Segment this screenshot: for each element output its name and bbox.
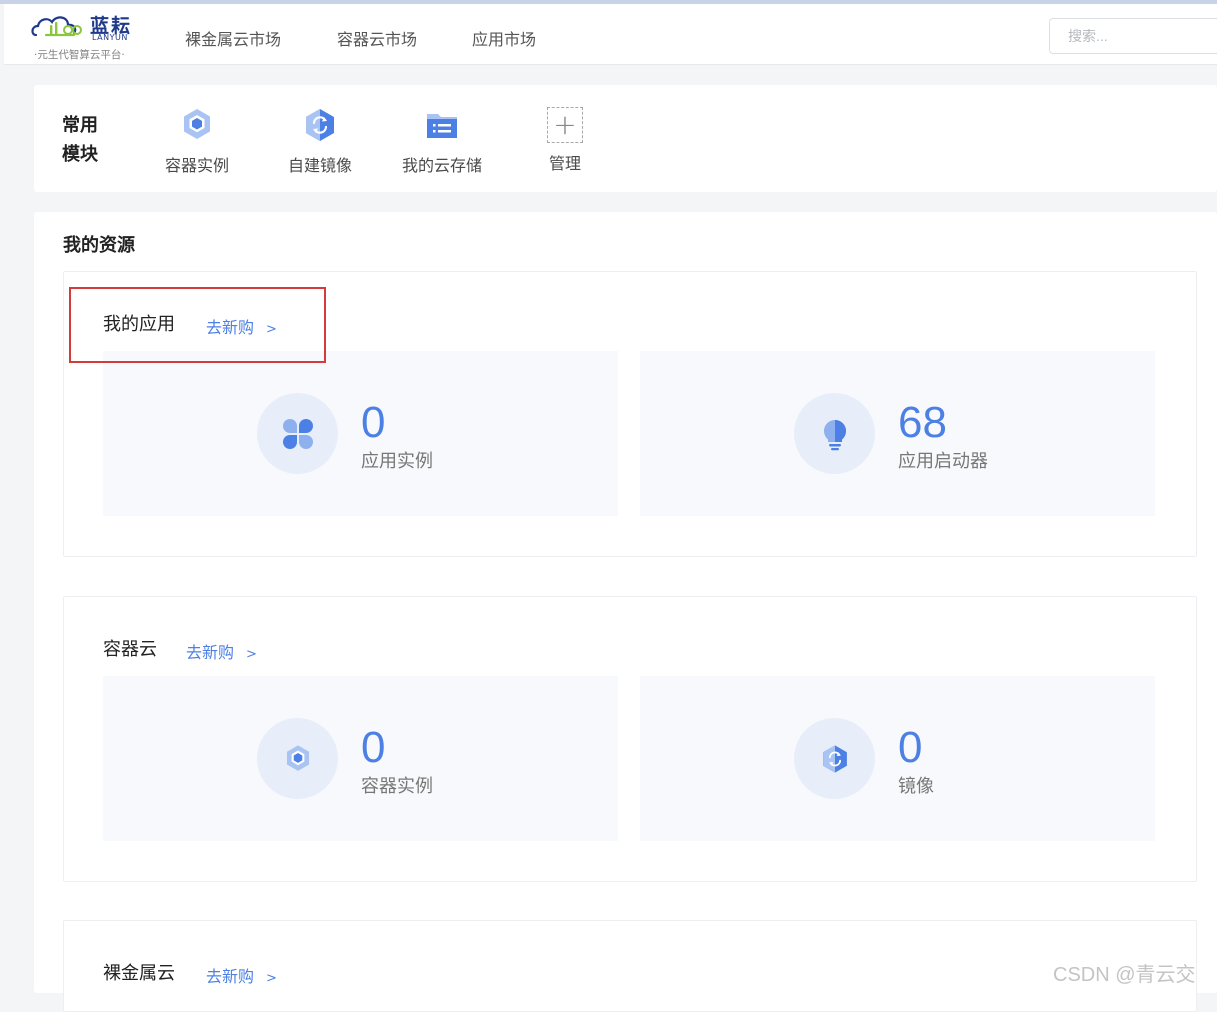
- my-resources-card: 我的资源 我的应用 去新购 > 0 应用实例 68 应用启动器 容器云 去新购 …: [34, 212, 1217, 1012]
- stat-label: 镜像: [898, 776, 934, 797]
- stat-tile-app-instances[interactable]: 0 应用实例: [103, 351, 618, 516]
- group-title: 容器云: [103, 639, 157, 660]
- resource-group-my-apps: 我的应用 去新购 > 0 应用实例 68 应用启动器: [63, 271, 1197, 557]
- group-title: 我的应用: [103, 314, 175, 335]
- chevron-right-icon: >: [246, 647, 257, 662]
- nav-item-app-market[interactable]: 应用市场: [472, 26, 536, 50]
- my-resources-title: 我的资源: [63, 235, 135, 256]
- brand-tagline: ·元生代智算云平台·: [34, 49, 125, 61]
- brand-logo[interactable]: 蓝耘 LANYUN ·元生代智算云平台·: [30, 9, 140, 61]
- stat-label: 容器实例: [361, 776, 433, 797]
- brand-name-en: LANYUN: [92, 33, 128, 42]
- watermark-text: CSDN @青云交: [1053, 964, 1196, 986]
- cloud-logo-icon: [31, 16, 82, 37]
- chevron-right-icon: >: [266, 971, 277, 986]
- lightbulb-icon: [823, 419, 846, 450]
- nav-item-container-market[interactable]: 容器云市场: [337, 26, 417, 50]
- chevron-right-icon: >: [266, 322, 277, 337]
- stat-icon-circle: [794, 393, 875, 474]
- stat-icon-circle: [257, 393, 338, 474]
- quick-item-manage[interactable]: + 管理: [515, 105, 615, 175]
- stat-tile-app-launchers[interactable]: 68 应用启动器: [640, 351, 1155, 516]
- buy-new-link[interactable]: 去新购 >: [206, 963, 277, 987]
- stat-icon-circle: [257, 718, 338, 799]
- stat-label: 应用实例: [361, 451, 433, 472]
- quick-item-cloud-storage[interactable]: 我的云存储: [392, 105, 492, 175]
- resource-group-bare-metal: 裸金属云 去新购 >: [63, 920, 1197, 1012]
- buy-new-link[interactable]: 去新购 >: [186, 639, 257, 663]
- stat-value: 0: [898, 723, 923, 772]
- image-icon: [822, 744, 847, 773]
- buy-new-link[interactable]: 去新购 >: [206, 314, 277, 338]
- stat-value: 0: [361, 723, 386, 772]
- quick-item-label: 我的云存储: [401, 156, 482, 175]
- group-title: 裸金属云: [103, 963, 175, 984]
- buy-new-link-text: 去新购: [186, 643, 235, 662]
- resource-group-container-cloud: 容器云 去新购 > 0 容器实例 0 镜像: [63, 596, 1197, 882]
- plus-icon: +: [547, 107, 583, 143]
- quick-modules-title-line-1: 常用: [62, 115, 98, 136]
- stat-label: 应用启动器: [898, 451, 988, 472]
- quick-item-custom-image[interactable]: 自建镜像: [270, 105, 370, 175]
- buy-new-link-text: 去新购: [206, 967, 255, 986]
- search-input[interactable]: [1049, 18, 1217, 54]
- quick-item-container-instance[interactable]: 容器实例: [147, 105, 247, 175]
- stat-tile-container-instances[interactable]: 0 容器实例: [103, 676, 618, 841]
- stat-icon-circle: [794, 718, 875, 799]
- stat-tile-images[interactable]: 0 镜像: [640, 676, 1155, 841]
- quick-item-label: 容器实例: [164, 156, 229, 175]
- quick-modules-title-line-2: 模块: [62, 144, 98, 165]
- image-icon: [306, 109, 334, 141]
- container-instance-icon: [286, 744, 309, 771]
- quick-modules-title: 常用 模块: [62, 111, 112, 169]
- nav-item-bare-metal-market[interactable]: 裸金属云市场: [185, 26, 281, 50]
- quick-item-label: 自建镜像: [287, 156, 352, 175]
- stat-value: 0: [361, 398, 386, 447]
- quick-modules-card: 常用 模块 容器实例 自建镜像 我的云存储 + 管理: [34, 85, 1217, 192]
- quick-item-label: 管理: [548, 154, 581, 173]
- app-grid-icon: [282, 418, 313, 449]
- cloud-storage-icon: [427, 114, 457, 138]
- stat-value: 68: [898, 398, 947, 447]
- container-instance-icon: [184, 109, 210, 139]
- top-navbar: 蓝耘 LANYUN ·元生代智算云平台· 裸金属云市场 容器云市场 应用市场: [4, 4, 1217, 65]
- buy-new-link-text: 去新购: [206, 318, 255, 337]
